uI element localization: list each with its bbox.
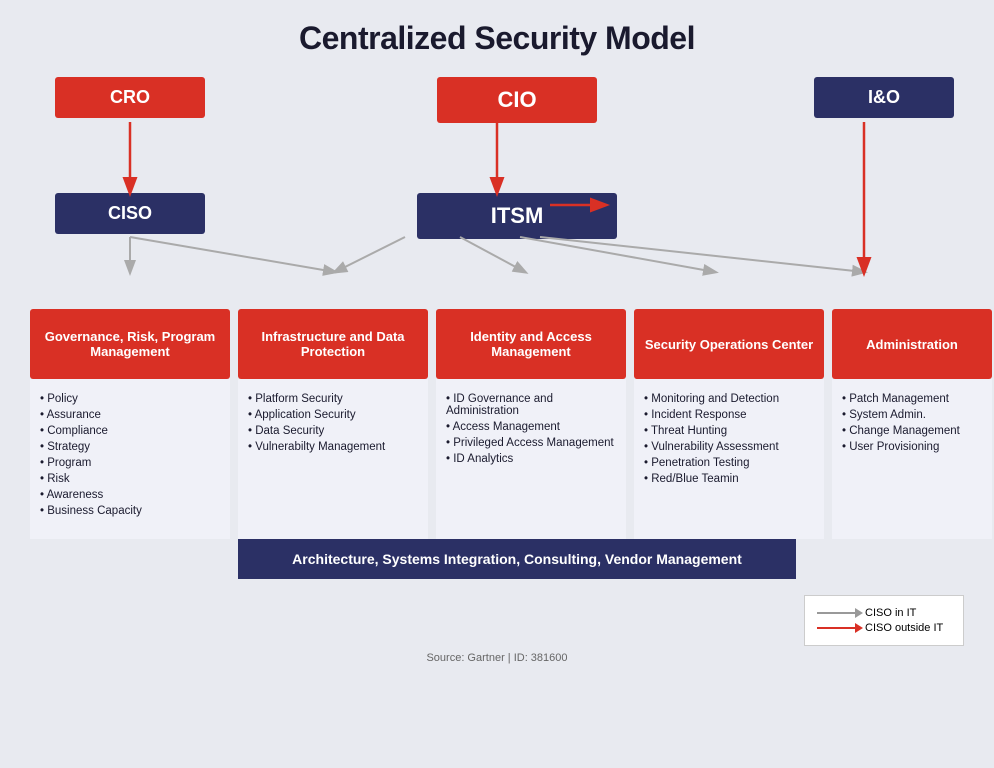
cat-soc: Security Operations Center <box>634 309 824 379</box>
itsm-block: ITSM <box>240 193 794 239</box>
legend-red-label: CISO outside IT <box>865 622 943 634</box>
io-block: I&O <box>804 77 964 118</box>
source-text: Source: Gartner | ID: 381600 <box>30 652 964 664</box>
cio-itsm-block: CIO <box>240 77 794 123</box>
ciso-box: CISO <box>55 193 205 234</box>
legend: CISO in IT CISO outside IT <box>804 595 964 646</box>
cat-admin: Administration <box>832 309 992 379</box>
arch-bar: Architecture, Systems Integration, Consu… <box>238 539 796 579</box>
bullets-governance: Policy Assurance Compliance Strategy Pro… <box>30 379 230 539</box>
bullets-infrastructure: Platform Security Application Security D… <box>238 379 428 539</box>
itsm-box: ITSM <box>417 193 617 239</box>
cat-infrastructure: Infrastructure and Data Protection <box>238 309 428 379</box>
bullets-iam: ID Governance and Administration Access … <box>436 379 626 539</box>
cro-box: CRO <box>55 77 205 118</box>
cat-iam: Identity and Access Management <box>436 309 626 379</box>
page-title: Centralized Security Model <box>30 20 964 57</box>
legend-gray-label: CISO in IT <box>865 607 916 619</box>
io-box: I&O <box>814 77 954 118</box>
legend-red-line <box>817 627 857 629</box>
ciso-block: CISO <box>30 193 230 234</box>
cro-block: CRO <box>30 77 230 118</box>
cio-box: CIO <box>437 77 597 123</box>
legend-gray-line <box>817 612 857 614</box>
bullets-soc: Monitoring and Detection Incident Respon… <box>634 379 824 539</box>
cat-governance: Governance, Risk, Program Management <box>30 309 230 379</box>
bullets-admin: Patch Management System Admin. Change Ma… <box>832 379 992 539</box>
